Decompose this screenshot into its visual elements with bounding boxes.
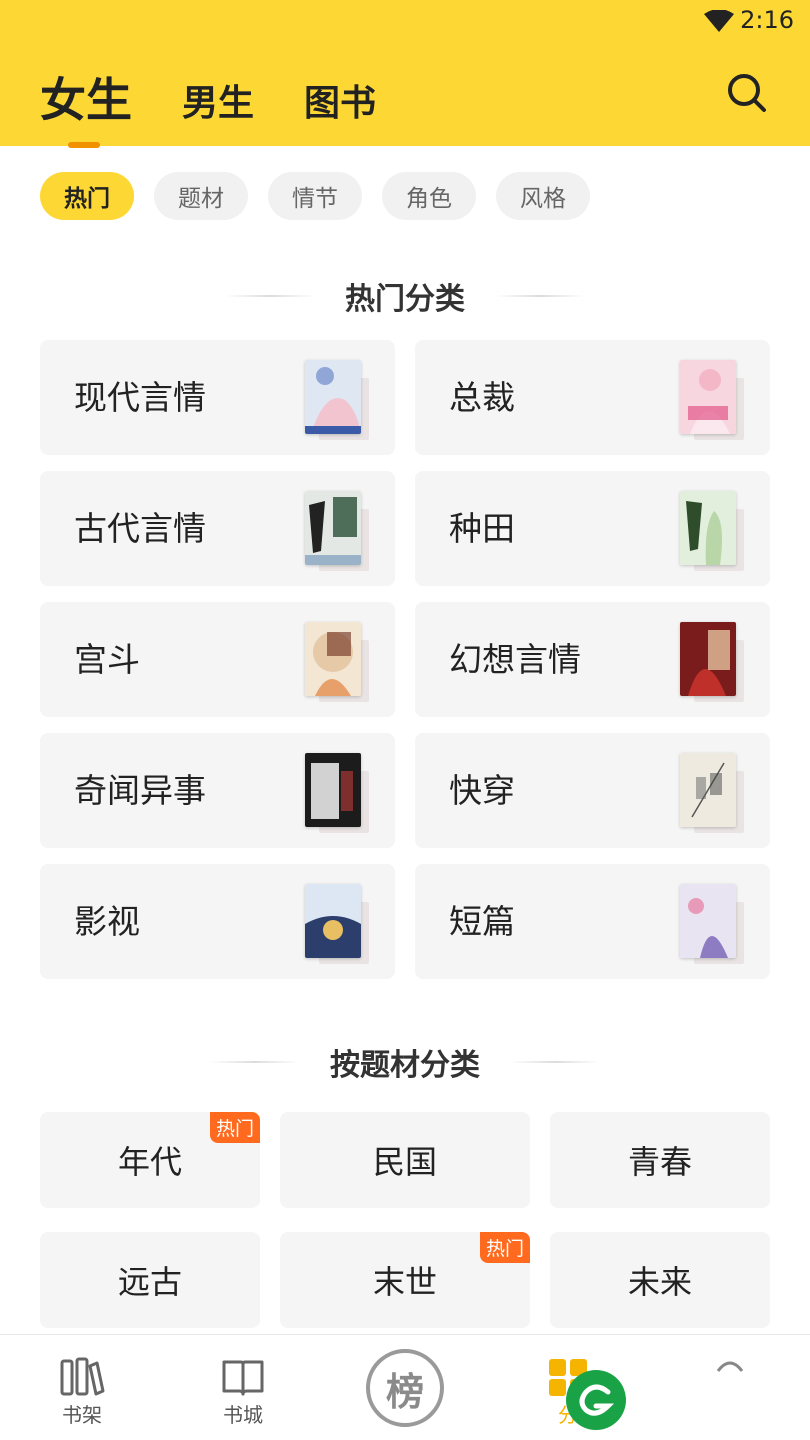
book-cover-thumbnail	[680, 360, 736, 434]
theme-item[interactable]: 未来	[550, 1232, 770, 1328]
filter-plot[interactable]: 情节	[268, 172, 362, 220]
book-cover-thumbnail	[680, 753, 736, 827]
theme-section-header: 按题材分类	[0, 1040, 810, 1084]
theme-label: 末世	[372, 1263, 437, 1301]
category-card[interactable]: 总裁	[415, 340, 770, 455]
category-label: 奇闻异事	[74, 771, 206, 810]
book-cover-thumbnail	[305, 753, 361, 827]
filter-pills: 热门 题材 情节 角色 风格	[40, 172, 610, 220]
theme-label: 青春	[627, 1143, 692, 1181]
category-card[interactable]: 种田	[415, 471, 770, 586]
tab-books[interactable]: 图书	[304, 74, 376, 130]
tab-books-label: 图书	[304, 82, 377, 124]
filter-theme[interactable]: 题材	[154, 172, 248, 220]
cover-art	[305, 884, 361, 958]
book-icon	[222, 1360, 264, 1396]
cover-art	[680, 360, 736, 434]
filter-style[interactable]: 风格	[496, 172, 590, 220]
nav-profile[interactable]	[680, 1335, 780, 1397]
status-time: 2:16	[740, 6, 794, 34]
floating-assistant-button[interactable]	[566, 1370, 626, 1430]
book-cover-thumbnail	[305, 622, 361, 696]
bottom-navigation: 书架 书城 榜 分	[0, 1334, 810, 1440]
book-cover-thumbnail	[680, 491, 736, 565]
cover-art	[305, 622, 361, 696]
book-cover-thumbnail	[305, 491, 361, 565]
theme-item[interactable]: 青春	[550, 1112, 770, 1208]
category-label: 快穿	[449, 771, 515, 810]
theme-label: 民国	[372, 1143, 437, 1181]
category-card[interactable]: 影视	[40, 864, 395, 979]
bookshelf-icon	[60, 1357, 105, 1396]
book-cover-thumbnail	[680, 622, 736, 696]
category-label: 古代言情	[74, 509, 206, 548]
search-icon[interactable]	[726, 72, 768, 114]
category-label: 现代言情	[74, 378, 206, 417]
cover-art	[305, 753, 361, 827]
tab-female[interactable]: 女生	[40, 64, 132, 148]
hot-badge: 热门	[479, 1232, 530, 1263]
tab-female-label: 女生	[40, 73, 132, 127]
theme-item[interactable]: 年代 热门	[40, 1112, 260, 1208]
ranking-icon: 榜	[385, 1368, 424, 1414]
tab-male[interactable]: 男生	[182, 74, 254, 130]
nav-bookshelf[interactable]: 书架	[32, 1335, 132, 1428]
nav-bookshelf-label: 书架	[62, 1403, 102, 1427]
filter-role[interactable]: 角色	[382, 172, 476, 220]
top-app-bar: 2:16 女生 男生 图书	[0, 0, 810, 148]
book-cover-thumbnail	[305, 884, 361, 958]
theme-label: 远古	[117, 1263, 182, 1301]
divider	[210, 1061, 300, 1063]
theme-item[interactable]: 末世 热门	[280, 1232, 530, 1328]
cover-art	[305, 491, 361, 565]
cover-art	[680, 491, 736, 565]
category-label: 影视	[74, 902, 140, 941]
category-card[interactable]: 现代言情	[40, 340, 395, 455]
hot-section-header: 热门分类	[0, 274, 810, 318]
category-card[interactable]: 奇闻异事	[40, 733, 395, 848]
category-label: 总裁	[449, 378, 515, 417]
category-label: 种田	[449, 509, 515, 548]
hot-badge: 热门	[209, 1112, 260, 1143]
divider	[510, 1061, 600, 1063]
category-label: 幻想言情	[449, 640, 581, 679]
category-card[interactable]: 宫斗	[40, 602, 395, 717]
nav-bookstore[interactable]: 书城	[193, 1335, 293, 1428]
tab-male-label: 男生	[182, 82, 255, 124]
theme-category-grid: 年代 热门 民国 青春 远古 末世 热门 未来	[40, 1112, 770, 1328]
active-tab-indicator	[68, 142, 100, 148]
hot-section-title: 热门分类	[345, 282, 465, 317]
divider	[225, 295, 315, 297]
profile-icon	[716, 1361, 744, 1372]
leaf-logo-icon	[579, 1384, 615, 1416]
theme-label: 未来	[627, 1263, 692, 1301]
divider	[495, 295, 585, 297]
wifi-icon	[704, 10, 734, 32]
filter-hot[interactable]: 热门	[40, 172, 134, 220]
theme-label: 年代	[117, 1143, 182, 1181]
category-card[interactable]: 短篇	[415, 864, 770, 979]
book-cover-thumbnail	[680, 884, 736, 958]
category-card[interactable]: 快穿	[415, 733, 770, 848]
cover-art	[680, 753, 736, 827]
hot-category-grid: 现代言情 总裁 古代言情 种田 宫斗 幻想言情 奇闻异事 快穿 影视 短篇	[40, 340, 770, 979]
cover-art	[305, 360, 361, 434]
gender-tabs: 女生 男生 图书	[40, 64, 426, 148]
theme-item[interactable]: 民国	[280, 1112, 530, 1208]
nav-bookstore-label: 书城	[223, 1403, 263, 1427]
book-cover-thumbnail	[305, 360, 361, 434]
category-card[interactable]: 幻想言情	[415, 602, 770, 717]
theme-section-title: 按题材分类	[330, 1048, 480, 1083]
cover-art	[680, 884, 736, 958]
category-label: 短篇	[449, 902, 515, 941]
theme-item[interactable]: 远古	[40, 1232, 260, 1328]
nav-ranking[interactable]: 榜	[366, 1349, 444, 1427]
cover-art	[680, 622, 736, 696]
category-label: 宫斗	[74, 640, 140, 679]
category-card[interactable]: 古代言情	[40, 471, 395, 586]
